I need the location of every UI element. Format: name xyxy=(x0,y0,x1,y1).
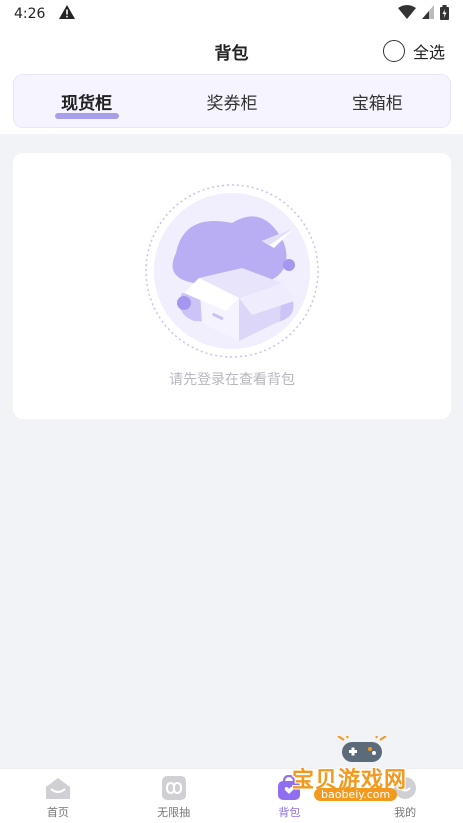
nav-label: 背包 xyxy=(278,806,301,819)
status-time: 4:26 xyxy=(14,6,46,22)
empty-state-message: 请先登录在查看背包 xyxy=(169,372,295,388)
tab-label: 宝箱柜 xyxy=(351,93,403,114)
tab-label: 奖券柜 xyxy=(206,93,258,114)
nav-item-home[interactable]: 首页 xyxy=(0,769,116,823)
page-title: 背包 xyxy=(214,43,249,64)
wifi-icon xyxy=(398,5,416,23)
nav-label: 我的 xyxy=(394,806,417,819)
header: 背包 全选 xyxy=(0,28,463,74)
watermark: 宝贝游戏网 baobeiy.com xyxy=(292,736,432,802)
tabs: 现货柜 奖券柜 宝箱柜 xyxy=(13,74,451,128)
nav-label: 首页 xyxy=(46,806,69,819)
battery-icon xyxy=(440,4,449,24)
tab-treasure-box[interactable]: 宝箱柜 xyxy=(305,89,450,114)
tab-coupons[interactable]: 奖券柜 xyxy=(159,89,304,114)
nav-label: 无限抽 xyxy=(157,806,191,819)
infinity-icon xyxy=(161,776,186,800)
select-all-radio-icon[interactable] xyxy=(382,40,405,62)
select-all-toggle[interactable]: 全选 xyxy=(382,39,445,63)
empty-state-card: 请先登录在查看背包 xyxy=(13,153,451,419)
signal-icon xyxy=(422,5,434,23)
watermark-url: baobeiy.com xyxy=(314,788,398,801)
nav-item-unlimited-draw[interactable]: 无限抽 xyxy=(116,769,232,823)
warning-triangle-icon xyxy=(59,5,76,23)
status-bar: 4:26 xyxy=(0,0,463,28)
home-icon xyxy=(45,778,70,799)
tab-in-stock[interactable]: 现货柜 xyxy=(14,89,159,119)
tab-label: 现货柜 xyxy=(61,93,113,114)
select-all-label: 全选 xyxy=(412,43,445,62)
empty-box-icon xyxy=(144,183,320,359)
status-icons xyxy=(398,4,449,24)
